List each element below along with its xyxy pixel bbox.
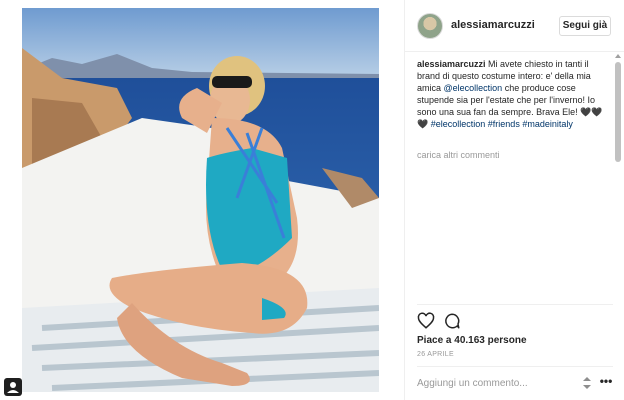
likes-count[interactable]: Piace a 40.163 persone (417, 335, 527, 346)
caption: alessiamarcuzzi Mi avete chiesto in tant… (417, 58, 613, 130)
scroll-up-arrow-icon[interactable] (615, 54, 621, 58)
user-badge-icon[interactable] (4, 378, 22, 396)
username-link[interactable]: alessiamarcuzzi (451, 19, 535, 31)
heart-icon[interactable] (417, 312, 435, 330)
comment-input[interactable] (417, 374, 567, 392)
follow-button[interactable]: Segui già (559, 16, 611, 36)
photo-illustration (22, 8, 379, 392)
divider (417, 304, 613, 305)
load-more-comments-link[interactable]: carica altri commenti (417, 150, 500, 160)
sort-icon[interactable] (581, 376, 593, 390)
comment-icon[interactable] (443, 312, 461, 330)
post-date[interactable]: 26 APRILE (417, 351, 454, 358)
hashtag-madeinitaly[interactable]: #madeinitaly (522, 119, 573, 129)
hashtag-friends[interactable]: #friends (488, 119, 520, 129)
caption-author[interactable]: alessiamarcuzzi (417, 59, 486, 69)
caption-mention[interactable]: @elecollection (444, 83, 503, 93)
post-photo[interactable] (22, 8, 379, 392)
comments-scrollbar[interactable] (613, 52, 623, 302)
post-sidebar: alessiamarcuzzi Segui già alessiamarcuzz… (404, 0, 624, 400)
avatar[interactable] (417, 13, 443, 39)
divider (417, 366, 613, 367)
hashtag-elecollection[interactable]: #elecollection (431, 119, 486, 129)
scroll-thumb[interactable] (615, 62, 621, 162)
post-photo-area (0, 0, 404, 400)
more-options-icon[interactable]: ••• (599, 374, 613, 388)
post-header: alessiamarcuzzi Segui già (405, 0, 624, 52)
